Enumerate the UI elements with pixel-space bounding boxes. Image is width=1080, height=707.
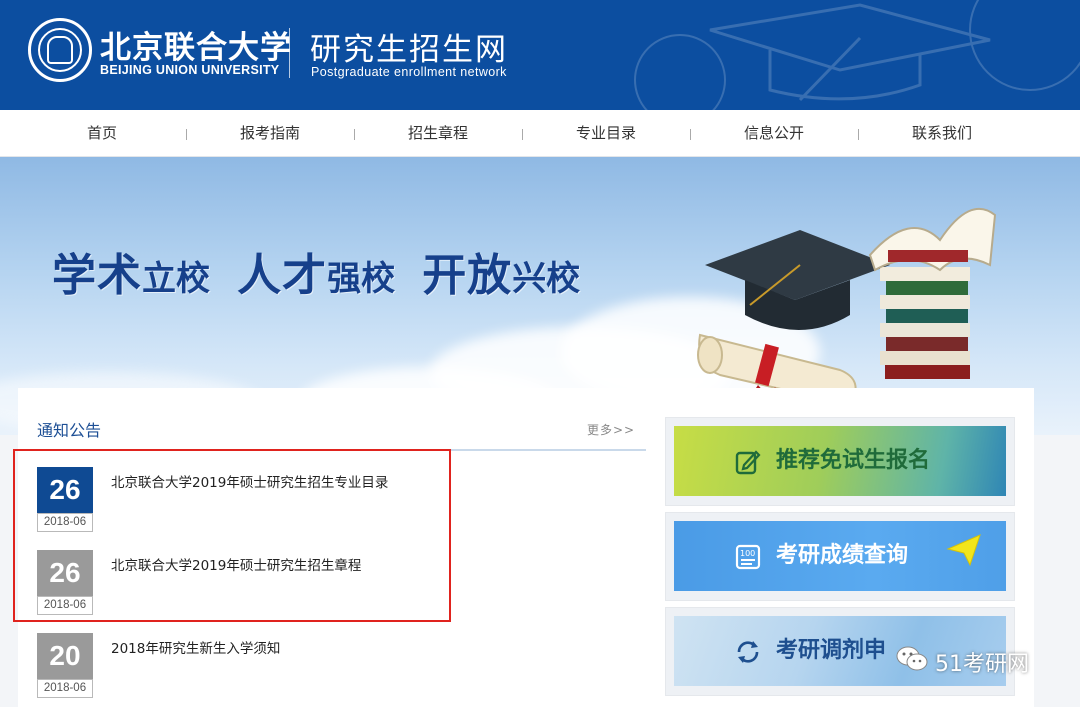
site-title-en: Postgraduate enrollment network xyxy=(311,65,507,79)
slogan-small-3: 兴校 xyxy=(512,259,581,299)
graduation-cap-books-icon xyxy=(697,207,997,407)
notice-title-link[interactable]: 2018年研究生新生入学须知 xyxy=(111,637,280,657)
main-nav: 首页 报考指南 招生章程 专业目录 信息公开 联系我们 xyxy=(0,110,1080,157)
nav-item-disclosure[interactable]: 信息公开 xyxy=(690,110,858,157)
highlight-annotation-box xyxy=(13,449,451,622)
svg-text:100: 100 xyxy=(740,549,755,558)
recommend-exempt-button[interactable]: 推荐免试生报名 xyxy=(674,426,1006,496)
score-icon: 100 xyxy=(735,544,761,570)
nav-item-contact[interactable]: 联系我们 xyxy=(858,110,1026,157)
slogan-big-1: 学术 xyxy=(52,250,142,301)
date-badge: 20 2018-06 xyxy=(37,633,93,699)
nav-item-guide[interactable]: 报考指南 xyxy=(186,110,354,157)
refresh-icon xyxy=(737,641,759,663)
card-score: 100 考研成绩查询 xyxy=(665,512,1015,601)
nav-item-regulations[interactable]: 招生章程 xyxy=(354,110,522,157)
more-link[interactable]: 更多>> xyxy=(587,421,635,438)
recommend-exempt-label: 推荐免试生报名 xyxy=(776,448,931,473)
university-name-cn: 北京联合大学 xyxy=(100,30,292,66)
score-query-button[interactable]: 100 考研成绩查询 xyxy=(674,521,1006,591)
adjustment-apply-label: 考研调剂申 xyxy=(776,638,887,663)
edit-icon xyxy=(735,450,761,475)
mortarboard-icon xyxy=(705,230,890,330)
cursor-arrow-icon xyxy=(946,534,981,567)
slogan-big-3: 开放 xyxy=(422,250,513,301)
card-recommend: 推荐免试生报名 xyxy=(665,417,1015,506)
logo-emblem xyxy=(47,36,73,64)
banner-slogan: 学术立校 人才强校 开放兴校 xyxy=(52,239,602,303)
header-divider xyxy=(289,28,290,78)
slogan-big-2: 人才 xyxy=(237,250,328,301)
slogan-small-2: 强校 xyxy=(327,259,396,299)
site-title-cn: 研究生招生网 xyxy=(310,32,508,68)
date-month: 2018-06 xyxy=(37,679,93,698)
wechat-icon xyxy=(896,646,928,671)
slogan-small-1: 立校 xyxy=(142,259,210,299)
graduation-cap-watermark-icon xyxy=(634,0,1080,110)
score-query-label: 考研成绩查询 xyxy=(776,543,909,568)
notice-item[interactable]: 20 2018-06 2018年研究生新生入学须知 xyxy=(37,633,637,699)
date-day: 20 xyxy=(37,633,93,679)
university-logo[interactable] xyxy=(28,18,92,82)
nav-item-home[interactable]: 首页 xyxy=(18,110,186,157)
watermark-text: 51考研网 xyxy=(935,652,1029,677)
site-header: 北京联合大学 BEIJING UNION UNIVERSITY 研究生招生网 P… xyxy=(0,0,1080,110)
nav-item-catalog[interactable]: 专业目录 xyxy=(522,110,690,157)
university-name-en: BEIJING UNION UNIVERSITY xyxy=(100,63,280,77)
book-stack-icon xyxy=(868,207,997,379)
notice-section-title: 通知公告 xyxy=(37,421,102,440)
